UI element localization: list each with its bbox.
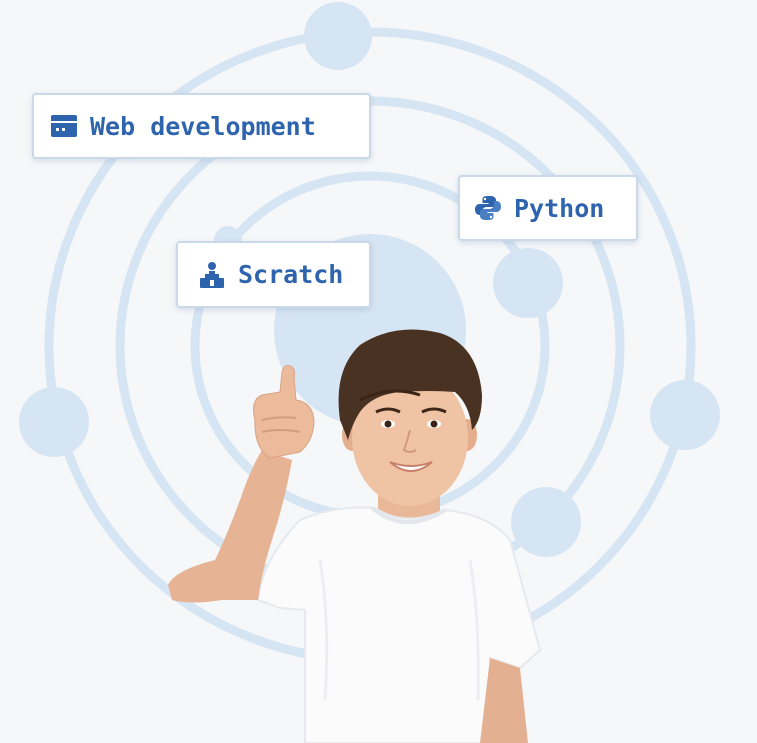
boy-pointing-up-photo xyxy=(168,329,542,743)
hero-illustration: Web development Python Scratch xyxy=(0,0,757,743)
pointing-hand xyxy=(253,365,315,459)
